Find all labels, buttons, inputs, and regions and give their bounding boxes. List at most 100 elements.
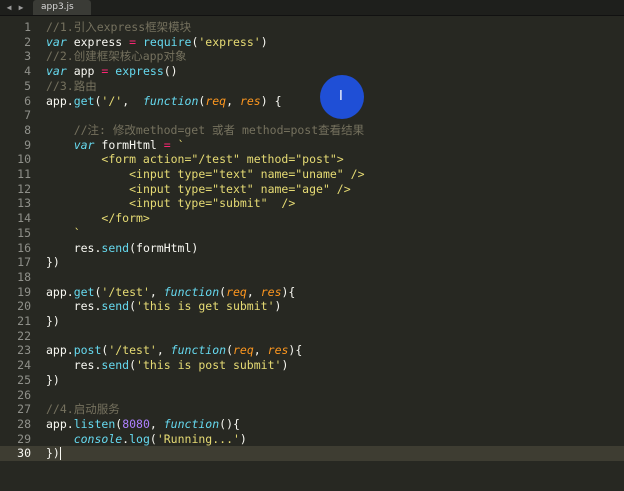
code-line[interactable]: console.log('Running...')	[46, 432, 247, 447]
line-number: 4	[24, 64, 31, 79]
code-line[interactable]: //1.引入express框架模块	[46, 20, 191, 35]
code-line[interactable]: //4.启动服务	[46, 402, 120, 417]
code-line[interactable]: //注: 修改method=get 或者 method=post查看结果	[46, 123, 364, 138]
tab-back-icon[interactable]: ◀	[4, 2, 14, 13]
line-number: 3	[24, 49, 31, 64]
code-line[interactable]: var app = express()	[46, 64, 178, 79]
code-token: req	[205, 93, 227, 108]
code-token: function	[163, 284, 220, 299]
code-token: })	[46, 314, 60, 328]
code-token: ,	[253, 343, 268, 358]
code-token: //3.路由	[46, 78, 97, 93]
code-line[interactable]: <input type="submit" />	[46, 196, 295, 211]
code-line[interactable]: app.listen(8080, function(){	[46, 417, 240, 432]
line-number: 30	[0, 446, 37, 461]
code-token: 'this is post submit'	[136, 358, 282, 373]
code-token: '/test'	[101, 284, 150, 299]
code-token: express	[115, 64, 164, 79]
line-number: 20	[17, 299, 31, 314]
code-token: require	[142, 34, 192, 49]
line-number: 26	[17, 387, 31, 402]
line-number: 2	[24, 34, 31, 49]
code-line[interactable]: app.get('/test', function(req, res){	[46, 285, 295, 300]
code-token: (formHtml)	[129, 240, 199, 255]
code-line[interactable]: })	[46, 314, 60, 329]
text-cursor-icon: I	[339, 89, 343, 104]
code-token: <input type="text" name="age" />	[129, 181, 351, 196]
code-token: res	[267, 343, 289, 358]
line-number: 17	[17, 255, 31, 270]
line-number: 7	[24, 108, 31, 123]
code-line[interactable]: <input type="text" name="uname" />	[46, 167, 364, 182]
code-token: ,	[149, 416, 164, 431]
line-number: 21	[17, 314, 31, 328]
code-token: //1.引入express框架模块	[46, 20, 192, 34]
code-token: '/test'	[108, 343, 157, 358]
code-token: <input type="submit" />	[129, 196, 296, 211]
line-number: 5	[24, 78, 31, 93]
code-token: var	[46, 64, 67, 79]
code-line[interactable]: app.post('/test', function(req, res){	[46, 343, 302, 358]
code-line[interactable]: res.send('this is post submit')	[46, 358, 289, 373]
code-line[interactable]: })	[46, 446, 61, 461]
code-token: console	[73, 431, 123, 446]
code-token: app.	[46, 284, 74, 299]
code-token: ,	[149, 284, 164, 299]
code-line[interactable]: res.send(formHtml)	[46, 240, 199, 256]
code-token: `	[73, 225, 81, 240]
tab-app3-js[interactable]: app3.js	[33, 0, 91, 15]
code-token: ){	[288, 343, 303, 358]
code-line[interactable]: var express = require('express')	[46, 35, 268, 50]
code-token: (	[226, 343, 233, 358]
code-token: res.	[46, 299, 102, 314]
code-token: })	[46, 372, 60, 387]
code-token: function	[163, 416, 220, 431]
code-token: ,	[246, 284, 261, 299]
code-token: })	[46, 446, 60, 461]
line-number: 27	[17, 402, 31, 417]
code-token: 'this is get submit'	[136, 299, 275, 314]
code-line[interactable]: //2.创建框架核心app对象	[46, 49, 186, 64]
code-line[interactable]: var formHtml = `	[46, 138, 185, 153]
code-token: ,	[122, 93, 143, 108]
code-token: get	[73, 93, 95, 108]
code-token: res	[239, 93, 261, 108]
code-line[interactable]: <input type="text" name="age" />	[46, 182, 351, 197]
line-number: 14	[17, 211, 31, 226]
code-line[interactable]: res.send('this is get submit')	[46, 299, 282, 314]
code-line[interactable]: })	[46, 255, 60, 270]
code-token: send	[101, 358, 130, 373]
code-token: ){	[281, 284, 296, 299]
code-token: //4.启动服务	[46, 402, 120, 417]
code-line[interactable]: `	[46, 226, 81, 241]
line-number: 10	[17, 152, 31, 167]
code-token: res	[260, 284, 282, 299]
tab-forward-icon[interactable]: ▶	[16, 2, 26, 13]
code-token: )	[281, 358, 289, 373]
code-token: express	[66, 34, 130, 49]
code-token: app.	[46, 93, 74, 108]
code-token: '/'	[101, 93, 123, 108]
line-number: 23	[17, 343, 31, 358]
code-line[interactable]: //3.路由	[46, 79, 97, 94]
code-token: res.	[46, 240, 102, 255]
code-token: `	[177, 137, 185, 152]
line-number-gutter[interactable]: 1 2 3 4 5 6 7 8 9 10 11 12 13 14 15 16 17 18 19 20 21 22 23 24 2…	[0, 16, 37, 491]
code-token: =	[129, 34, 137, 49]
line-number: 16	[17, 240, 31, 255]
code-token: post	[73, 343, 102, 358]
code-token: //2.创建框架核心app对象	[46, 49, 187, 64]
code-token: 'express'	[198, 34, 261, 49]
line-number: 19	[17, 284, 31, 299]
code-line[interactable]: })	[46, 373, 60, 388]
code-token: (	[129, 299, 137, 314]
code-line[interactable]: <form action="/test" method="post">	[46, 152, 343, 167]
code-line[interactable]: app.get('/', function(req, res) {	[46, 94, 282, 109]
code-line[interactable]: </form>	[46, 211, 149, 226]
line-number: 29	[17, 431, 31, 446]
